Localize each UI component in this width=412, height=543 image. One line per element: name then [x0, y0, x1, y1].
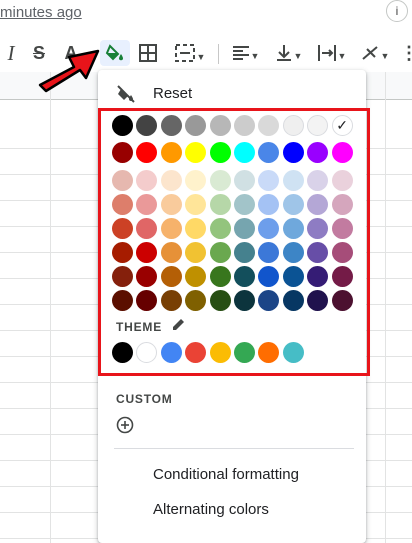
more-icon[interactable]: ⋮: [400, 40, 412, 66]
color-swatch[interactable]: [112, 242, 133, 263]
color-swatch[interactable]: [112, 290, 133, 311]
toolbar-divider: [218, 44, 219, 64]
borders-icon[interactable]: [136, 40, 160, 66]
theme-label: THEME: [116, 320, 162, 334]
theme-color-swatch[interactable]: [234, 342, 255, 363]
theme-color-swatch[interactable]: [160, 342, 182, 363]
color-swatch[interactable]: [160, 290, 182, 311]
color-swatch[interactable]: [282, 115, 304, 136]
color-swatch[interactable]: [282, 170, 304, 191]
merge-cells-icon[interactable]: ▼: [168, 40, 212, 66]
selected-check-icon: ✓: [336, 117, 348, 133]
theme-color-swatch[interactable]: [282, 342, 304, 363]
color-swatch[interactable]: [331, 266, 353, 287]
color-swatch[interactable]: [331, 290, 353, 311]
last-edit-link[interactable]: minutes ago: [0, 4, 82, 21]
color-swatch[interactable]: [234, 290, 255, 311]
color-swatch[interactable]: [331, 170, 353, 191]
reset-fill-icon: [117, 85, 135, 103]
edit-theme-pencil-icon[interactable]: [172, 317, 186, 331]
color-swatch[interactable]: [234, 170, 255, 191]
color-swatch[interactable]: [282, 218, 304, 239]
color-swatch[interactable]: [282, 194, 304, 215]
color-swatch[interactable]: [160, 242, 182, 263]
color-swatch[interactable]: [234, 266, 255, 287]
valign-bottom-icon[interactable]: ▼: [272, 40, 306, 66]
color-swatch[interactable]: [234, 115, 255, 136]
text-rotation-icon[interactable]: ▼: [356, 40, 394, 66]
menu-separator: [114, 448, 354, 449]
color-swatch[interactable]: [209, 218, 231, 239]
add-custom-color-icon[interactable]: [116, 416, 134, 434]
color-swatch[interactable]: [209, 194, 231, 215]
color-swatch[interactable]: [160, 266, 182, 287]
color-swatch[interactable]: [331, 218, 353, 239]
color-swatch[interactable]: [160, 218, 182, 239]
italic-icon[interactable]: I: [2, 40, 20, 66]
fill-color-menu: Reset ✓ THEME CUSTOM Conditional formatt…: [98, 70, 370, 543]
red-arrow-annotation: [38, 49, 100, 93]
color-swatch[interactable]: [234, 142, 255, 163]
conditional-formatting-option[interactable]: Conditional formatting: [153, 466, 299, 483]
alternating-colors-option[interactable]: Alternating colors: [153, 501, 269, 518]
theme-color-swatch[interactable]: [112, 342, 133, 363]
color-swatch[interactable]: [282, 142, 304, 163]
color-swatch[interactable]: [112, 194, 133, 215]
color-swatch[interactable]: [331, 242, 353, 263]
color-swatch[interactable]: [209, 290, 231, 311]
color-swatch[interactable]: [112, 266, 133, 287]
color-swatch[interactable]: [160, 115, 182, 136]
color-swatch[interactable]: [209, 242, 231, 263]
color-swatch[interactable]: [234, 218, 255, 239]
color-swatch[interactable]: [234, 194, 255, 215]
color-swatch[interactable]: [282, 266, 304, 287]
color-swatch[interactable]: [209, 115, 231, 136]
color-swatch[interactable]: [209, 142, 231, 163]
align-left-icon[interactable]: ▼: [228, 40, 264, 66]
text-wrap-icon[interactable]: ▼: [314, 40, 350, 66]
custom-label: CUSTOM: [116, 392, 173, 406]
reset-option[interactable]: Reset: [153, 85, 192, 102]
theme-color-swatch[interactable]: [209, 342, 231, 363]
top-bar: minutes ago i: [0, 0, 412, 34]
info-icon[interactable]: i: [386, 0, 408, 22]
color-swatch[interactable]: [112, 142, 133, 163]
color-swatch[interactable]: [331, 142, 353, 163]
color-swatch[interactable]: [209, 170, 231, 191]
color-swatch[interactable]: [234, 242, 255, 263]
color-swatch[interactable]: [331, 194, 353, 215]
color-swatch[interactable]: [112, 170, 133, 191]
color-swatch[interactable]: [112, 115, 133, 136]
color-swatch[interactable]: [282, 242, 304, 263]
color-swatch[interactable]: [160, 142, 182, 163]
color-swatch[interactable]: [209, 266, 231, 287]
color-swatch[interactable]: [112, 218, 133, 239]
color-swatch[interactable]: [282, 290, 304, 311]
color-swatch[interactable]: [160, 194, 182, 215]
color-swatch[interactable]: [160, 170, 182, 191]
